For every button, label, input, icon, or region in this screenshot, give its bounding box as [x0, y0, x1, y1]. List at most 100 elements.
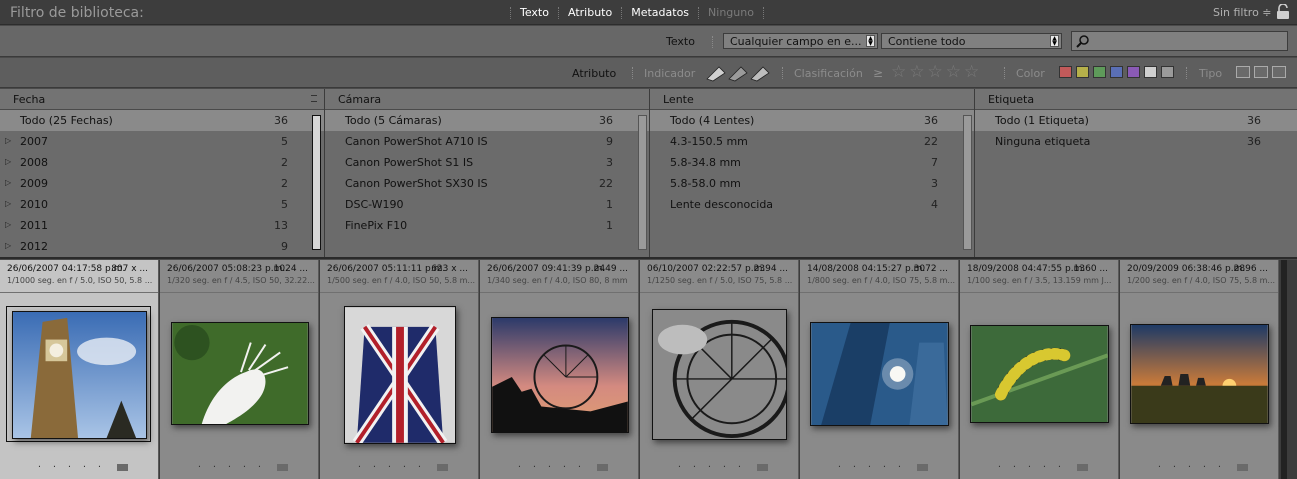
- list-item[interactable]: Todo (25 Fechas) 36: [0, 110, 324, 131]
- video-icon[interactable]: [1272, 66, 1286, 78]
- thumbnail-cell[interactable]: 20/09/2009 06:38:46 p.m. 2896 ... 1/200 se…: [1120, 260, 1279, 479]
- metadata-column-label: Etiqueta Todo (1 Etiqueta) 36 Ninguna eti…: [975, 89, 1297, 257]
- list-item[interactable]: Todo (5 Cámaras) 36: [325, 110, 649, 131]
- scrollbar[interactable]: [638, 115, 647, 250]
- photo-thumbnail[interactable]: [344, 306, 456, 444]
- list-item[interactable]: Canon PowerShot A710 IS 9: [325, 131, 649, 152]
- thumbnail-dimensions: 623 x ...: [431, 264, 468, 274]
- thumbnail-cell[interactable]: 26/06/2007 04:17:58 p.m. 807 x ... 1/1000 …: [0, 260, 159, 479]
- list-item[interactable]: 4.3-150.5 mm 22: [650, 131, 974, 152]
- column-header-label: Lente: [663, 93, 694, 106]
- disclosure-triangle-icon[interactable]: ▷: [5, 178, 11, 187]
- column-header[interactable]: Lente: [650, 89, 974, 110]
- star-icon[interactable]: ☆: [909, 64, 924, 81]
- search-rule-value: Contiene todo: [888, 35, 966, 48]
- color-swatch-green[interactable]: [1093, 66, 1106, 78]
- thumbnail-exif: 1/1000 seg. en f / 5.0, ISO 50, 5.8 ...: [7, 276, 153, 285]
- thumbnail-dimensions: 1360 ...: [1073, 264, 1108, 274]
- list-item-count: 36: [924, 114, 938, 127]
- scrollbar[interactable]: [312, 115, 321, 250]
- list-item[interactable]: 5.8-34.8 mm 7: [650, 152, 974, 173]
- column-menu-icon[interactable]: [311, 95, 317, 102]
- disclosure-triangle-icon[interactable]: ▷: [5, 199, 11, 208]
- filter-mode-tabs: Texto Atributo Metadatos Ninguno: [510, 6, 764, 19]
- thumbnail-dimensions: 2896 ...: [1233, 264, 1268, 274]
- color-swatch-blue[interactable]: [1110, 66, 1123, 78]
- tab-text[interactable]: Texto: [511, 6, 558, 19]
- disclosure-triangle-icon[interactable]: ▷: [5, 157, 11, 166]
- list-item-label: 2012: [20, 240, 48, 253]
- scrollbar[interactable]: [963, 115, 972, 250]
- list-item[interactable]: ▷ 2010 5: [0, 194, 324, 215]
- photo-thumbnail[interactable]: [652, 309, 787, 440]
- list-item-label: FinePix F10: [345, 219, 408, 232]
- list-item-label: Todo (1 Etiqueta): [995, 114, 1089, 127]
- flag-filter-icons[interactable]: [705, 63, 771, 83]
- list-item[interactable]: Canon PowerShot SX30 IS 22: [325, 173, 649, 194]
- rating-stars[interactable]: ☆ ☆ ☆ ☆ ☆: [891, 64, 982, 81]
- tab-metadata[interactable]: Metadatos: [622, 6, 698, 19]
- photo-thumbnail[interactable]: [970, 325, 1109, 423]
- list-item[interactable]: ▷ 2009 2: [0, 173, 324, 194]
- column-header[interactable]: Cámara: [325, 89, 649, 110]
- badge-icon: [1077, 464, 1088, 471]
- thumbnail-cell[interactable]: 18/09/2008 04:47:55 p.m. 1360 ... 1/100 se…: [960, 260, 1119, 479]
- grid-scrollbar[interactable]: [1281, 260, 1287, 479]
- list-item[interactable]: ▷ 2008 2: [0, 152, 324, 173]
- color-swatch-purple[interactable]: [1127, 66, 1140, 78]
- thumbnail-dimensions: 3072 ...: [913, 264, 948, 274]
- search-input[interactable]: [1071, 31, 1288, 51]
- list-item[interactable]: ▷ 2007 5: [0, 131, 324, 152]
- column-header[interactable]: Fecha: [0, 89, 324, 110]
- disclosure-triangle-icon[interactable]: ▷: [5, 220, 11, 229]
- photo-thumbnail[interactable]: [810, 322, 949, 426]
- thumbnail-date: 06/10/2007 02:22:57 p.m.: [647, 264, 766, 274]
- photo-thumbnail[interactable]: [1130, 324, 1269, 424]
- list-item[interactable]: Canon PowerShot S1 IS 3: [325, 152, 649, 173]
- thumbnail-cell[interactable]: 26/06/2007 09:41:39 p.m. 2449 ... 1/340 se…: [480, 260, 639, 479]
- list-item-label: Lente desconocida: [670, 198, 774, 211]
- lock-icon[interactable]: [1276, 4, 1290, 20]
- text-filter-bar: Texto Cualquier campo en e... ▲ ▼ Contien…: [0, 26, 1297, 57]
- star-icon[interactable]: ☆: [891, 64, 906, 81]
- virtual-copy-icon[interactable]: [1254, 66, 1268, 78]
- thumbnail-cell[interactable]: 06/10/2007 02:22:57 p.m. 2394 ... 1/1250 s…: [640, 260, 799, 479]
- photo-thumbnail[interactable]: [12, 311, 147, 439]
- tab-attribute[interactable]: Atributo: [559, 6, 621, 19]
- star-icon[interactable]: ☆: [964, 64, 979, 81]
- list-item[interactable]: FinePix F10 1: [325, 215, 649, 236]
- list-item[interactable]: 5.8-58.0 mm 3: [650, 173, 974, 194]
- list-item[interactable]: ▷ 2011 13: [0, 215, 324, 236]
- list-item[interactable]: Lente desconocida 4: [650, 194, 974, 215]
- disclosure-triangle-icon[interactable]: ▷: [5, 136, 11, 145]
- list-item[interactable]: Ninguna etiqueta 36: [975, 131, 1297, 152]
- thumbnail-date: 18/09/2008 04:47:55 p.m.: [967, 264, 1086, 274]
- rating-operator[interactable]: ≥: [873, 66, 883, 80]
- photo-thumbnail[interactable]: [491, 317, 629, 433]
- color-swatch-custom[interactable]: [1144, 66, 1157, 78]
- rating-label: Clasificación: [794, 67, 863, 80]
- star-icon[interactable]: ☆: [928, 64, 943, 81]
- list-item[interactable]: DSC-W190 1: [325, 194, 649, 215]
- thumbnail-cell[interactable]: 26/06/2007 05:08:23 p.m. 1024 ... 1/320 se…: [160, 260, 319, 479]
- photo-thumbnail[interactable]: [171, 322, 309, 425]
- tab-none[interactable]: Ninguno: [699, 6, 763, 19]
- list-item[interactable]: Todo (1 Etiqueta) 36: [975, 110, 1297, 131]
- list-item[interactable]: Todo (4 Lentes) 36: [650, 110, 974, 131]
- search-target-select[interactable]: Cualquier campo en e... ▲ ▼: [723, 33, 878, 49]
- thumbnail-cell[interactable]: 26/06/2007 05:11:11 p.m. 623 x ... 1/500 s…: [320, 260, 479, 479]
- column-header[interactable]: Etiqueta: [975, 89, 1297, 110]
- thumbnail-cell[interactable]: 14/08/2008 04:15:27 p.m. 3072 ... 1/800 se…: [800, 260, 959, 479]
- color-swatch-yellow[interactable]: [1076, 66, 1089, 78]
- disclosure-triangle-icon[interactable]: ▷: [5, 241, 11, 250]
- filter-preset-select[interactable]: Sin filtro ≑: [1213, 6, 1272, 19]
- master-photo-icon[interactable]: [1236, 66, 1250, 78]
- list-item[interactable]: ▷ 2012 9: [0, 236, 324, 257]
- list-item-label: 4.3-150.5 mm: [670, 135, 748, 148]
- metadata-column-date: Fecha Todo (25 Fechas) 36 ▷ 2007 5 ▷ 2008 2 ▷…: [0, 89, 325, 257]
- list-item-count: 36: [1247, 114, 1261, 127]
- color-swatch-red[interactable]: [1059, 66, 1072, 78]
- search-rule-select[interactable]: Contiene todo ▲ ▼: [881, 33, 1062, 49]
- star-icon[interactable]: ☆: [946, 64, 961, 81]
- color-swatch-none[interactable]: [1161, 66, 1174, 78]
